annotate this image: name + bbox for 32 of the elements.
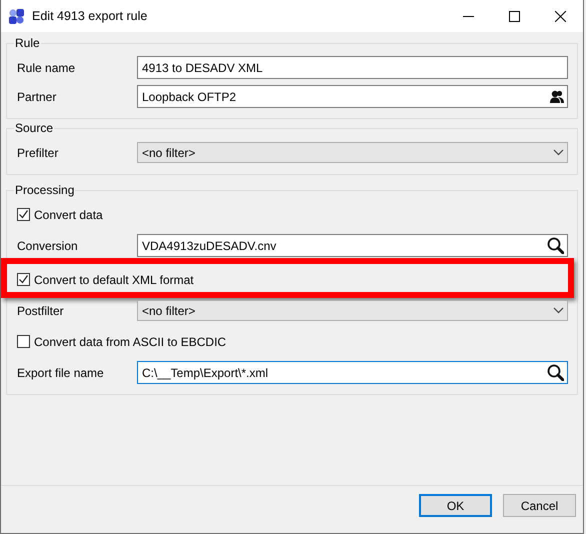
- field-label: Rule name: [17, 60, 76, 74]
- input-field[interactable]: 4913 to DESADV XML: [137, 56, 568, 79]
- group-title: Source: [14, 121, 54, 135]
- checkbox-label[interactable]: Convert data from ASCII to EBCDIC: [34, 334, 226, 348]
- chevron-icon: [553, 307, 564, 314]
- field-label: Partner: [17, 90, 58, 104]
- input-field[interactable]: VDA4913zuDESADV.cnv: [137, 234, 568, 257]
- field-label: Prefilter: [17, 146, 60, 160]
- cancel-button[interactable]: Cancel: [503, 494, 576, 517]
- input-field[interactable]: Loopback OFTP2: [137, 85, 568, 108]
- dropdown[interactable]: <no filter>: [137, 300, 568, 321]
- field-label: Export file name: [17, 366, 105, 380]
- dropdown[interactable]: <no filter>: [137, 142, 568, 163]
- group-title: Rule: [14, 36, 41, 50]
- checkbox-label[interactable]: Convert to default XML format: [34, 272, 194, 286]
- checkbox-label[interactable]: Convert data: [34, 208, 103, 222]
- field-label: Postfilter: [17, 304, 65, 318]
- checkbox[interactable]: [17, 335, 30, 348]
- input-field[interactable]: C:\__Temp\Export\*.xml: [137, 361, 568, 384]
- person-icon[interactable]: [550, 90, 564, 103]
- checkbox[interactable]: [17, 208, 30, 221]
- field-label: Conversion: [17, 238, 79, 252]
- checkbox[interactable]: [17, 273, 30, 286]
- window-title: Edit 4913 export rule: [32, 9, 148, 23]
- ok-button[interactable]: OK: [419, 494, 492, 517]
- chevron-icon: [553, 149, 564, 156]
- group-title: Processing: [14, 183, 76, 197]
- search-icon[interactable]: [547, 364, 564, 381]
- app-icon: [9, 8, 24, 24]
- search-icon[interactable]: [547, 237, 564, 254]
- maximize-icon: [508, 10, 520, 22]
- close-icon: [554, 10, 566, 22]
